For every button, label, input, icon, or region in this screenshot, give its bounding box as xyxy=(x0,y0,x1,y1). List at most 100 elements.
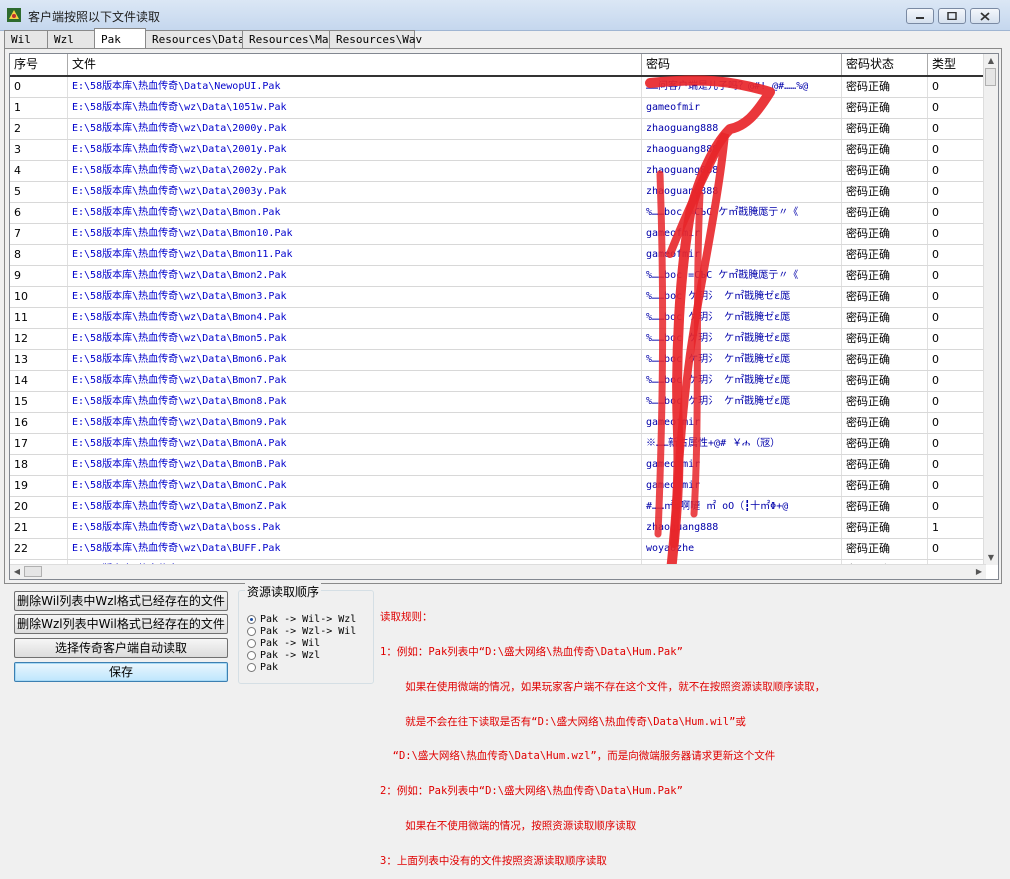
header-file[interactable]: 文件 xyxy=(68,54,642,75)
cell-password-status: 密码正确 xyxy=(842,371,928,391)
cell-password-status: 密码正确 xyxy=(842,350,928,370)
cell-password: #……㎡φ啊嗹 ㎡ oO（┇十㎡Φ+@ xyxy=(642,497,842,517)
cell-type: 0 xyxy=(928,329,986,349)
read-order-option-4[interactable]: Pak -> Wzl xyxy=(247,649,320,661)
read-order-option-2[interactable]: Pak -> Wzl-> Wil xyxy=(247,625,356,637)
tab-wil[interactable]: Wil xyxy=(4,30,48,48)
table-row[interactable]: 6 E:\58版本库\热血传奇\wz\Data\Bmon.Pak %……boc =C… xyxy=(10,203,986,224)
table-row[interactable]: 10 E:\58版本库\热血传奇\wz\Data\Bmon3.Pak %……boc … xyxy=(10,287,986,308)
table-row[interactable]: 0 E:\58版本库\热血传奇\Data\NewopUI.Pak ……问客户端是儿子… xyxy=(10,77,986,98)
table-row[interactable]: 4 E:\58版本库\热血传奇\wz\Data\2002y.Pak zhaoguan… xyxy=(10,161,986,182)
delete-wil-duplicates-button[interactable]: 删除Wzl列表中Wil格式已经存在的文件 xyxy=(14,614,228,634)
cell-password-status: 密码正确 xyxy=(842,434,928,454)
cell-index: 19 xyxy=(10,476,68,496)
header-type[interactable]: 类型 xyxy=(928,54,986,75)
table-row[interactable]: 12 E:\58版本库\热血传奇\wz\Data\Bmon5.Pak %……boc … xyxy=(10,329,986,350)
close-button[interactable] xyxy=(970,8,1000,24)
cell-password-status: 密码正确 xyxy=(842,224,928,244)
cell-type: 0 xyxy=(928,455,986,475)
table-row[interactable]: 11 E:\58版本库\热血传奇\wz\Data\Bmon4.Pak %……boc … xyxy=(10,308,986,329)
table-row[interactable]: 19 E:\58版本库\热血传奇\wz\Data\BmonC.Pak gameofm… xyxy=(10,476,986,497)
cell-index: 8 xyxy=(10,245,68,265)
cell-type: 0 xyxy=(928,476,986,496)
minimize-button[interactable] xyxy=(906,8,934,24)
cell-file-path: E:\58版本库\热血传奇\wz\Data\boss.Pak xyxy=(68,518,642,538)
cell-file-path: E:\58版本库\热血传奇\wz\Data\Bmon3.Pak xyxy=(68,287,642,307)
table-row[interactable]: 16 E:\58版本库\热血传奇\wz\Data\Bmon9.Pak gameofm… xyxy=(10,413,986,434)
table-row[interactable]: 18 E:\58版本库\热血传奇\wz\Data\BmonB.Pak gameofm… xyxy=(10,455,986,476)
tab-resources-data[interactable]: Resources\Data xyxy=(145,30,245,48)
read-order-title: 资源读取顺序 xyxy=(245,583,322,600)
table-row[interactable]: 7 E:\58版本库\热血传奇\wz\Data\Bmon10.Pak gameofm… xyxy=(10,224,986,245)
save-button[interactable]: 保存 xyxy=(14,662,228,682)
maximize-button[interactable] xyxy=(938,8,966,24)
horizontal-scrollbar[interactable]: ◀ ▶ xyxy=(10,564,986,579)
tab-wzl[interactable]: Wzl xyxy=(47,30,95,48)
read-order-option-3[interactable]: Pak -> Wil xyxy=(247,637,320,649)
scroll-right-icon[interactable]: ▶ xyxy=(972,565,986,579)
cell-file-path: E:\58版本库\热血传奇\wz\Data\Bmon10.Pak xyxy=(68,224,642,244)
grid-body: 0 E:\58版本库\热血传奇\Data\NewopUI.Pak ……问客户端是儿子… xyxy=(10,77,986,567)
header-password-status[interactable]: 密码状态 xyxy=(842,54,928,75)
read-rules-line: 如果在不使用微端的情况，按照资源读取顺序读取 xyxy=(380,819,637,832)
header-index[interactable]: 序号 xyxy=(10,54,68,75)
cell-index: 6 xyxy=(10,203,68,223)
horizontal-scroll-thumb[interactable] xyxy=(24,566,42,577)
vertical-scroll-thumb[interactable] xyxy=(985,68,996,86)
cell-password-status: 密码正确 xyxy=(842,518,928,538)
table-row[interactable]: 20 E:\58版本库\热血传奇\wz\Data\BmonZ.Pak #……㎡φ啊嗹… xyxy=(10,497,986,518)
table-row[interactable]: 1 E:\58版本库\热血传奇\wz\Data\1051w.Pak gameofmi… xyxy=(10,98,986,119)
table-row[interactable]: 22 E:\58版本库\热血传奇\wz\Data\BUFF.Pak woyaozhe… xyxy=(10,539,986,560)
tab-pak[interactable]: Pak xyxy=(94,28,146,48)
delete-wzl-duplicates-button[interactable]: 删除Wil列表中Wzl格式已经存在的文件 xyxy=(14,591,228,611)
cell-type: 0 xyxy=(928,77,986,97)
auto-read-client-button[interactable]: 选择传奇客户端自动读取 xyxy=(14,638,228,658)
table-row[interactable]: 13 E:\58版本库\热血传奇\wz\Data\Bmon6.Pak %……boc … xyxy=(10,350,986,371)
cell-password-status: 密码正确 xyxy=(842,245,928,265)
tab-strip: Wil Wzl Pak Resources\Data Resources\Map… xyxy=(4,28,422,49)
read-rules-line: 2：例如：Pak列表中“D:\盛大网络\热血传奇\Data\Hum.Pak” xyxy=(380,785,683,798)
read-order-option-5[interactable]: Pak xyxy=(247,661,278,673)
cell-password: gameofmir xyxy=(642,245,842,265)
table-row[interactable]: 9 E:\58版本库\热血传奇\wz\Data\Bmon2.Pak %……boc =… xyxy=(10,266,986,287)
table-row[interactable]: 2 E:\58版本库\热血传奇\wz\Data\2000y.Pak zhaoguan… xyxy=(10,119,986,140)
table-row[interactable]: 5 E:\58版本库\热血传奇\wz\Data\2003y.Pak zhaoguan… xyxy=(10,182,986,203)
table-row[interactable]: 15 E:\58版本库\热血传奇\wz\Data\Bmon8.Pak %……boc … xyxy=(10,392,986,413)
scroll-left-icon[interactable]: ◀ xyxy=(10,565,24,579)
cell-file-path: E:\58版本库\热血传奇\wz\Data\Bmon9.Pak xyxy=(68,413,642,433)
tab-resources-wav[interactable]: Resources\Wav xyxy=(329,30,422,48)
cell-type: 0 xyxy=(928,245,986,265)
cell-type: 0 xyxy=(928,266,986,286)
read-rules-line: 3：上面列表中没有的文件按照资源读取顺序读取 xyxy=(380,854,607,867)
read-rules-line: 1：例如：Pak列表中“D:\盛大网络\热血传奇\Data\Hum.Pak” xyxy=(380,645,683,658)
vertical-scrollbar[interactable]: ▲ ▼ xyxy=(983,54,998,565)
scroll-up-icon[interactable]: ▲ xyxy=(984,54,998,68)
cell-index: 7 xyxy=(10,224,68,244)
cell-password: %……boc ケ玥氵 ケ㎡戡腌ゼε厖 xyxy=(642,308,842,328)
cell-password: %……boc =CЪC ケ㎡戡腌厖亍〃《 xyxy=(642,203,842,223)
table-row[interactable]: 14 E:\58版本库\热血传奇\wz\Data\Bmon7.Pak %……boc … xyxy=(10,371,986,392)
radio-icon xyxy=(247,614,256,624)
cell-type: 0 xyxy=(928,308,986,328)
table-row[interactable]: 3 E:\58版本库\热血传奇\wz\Data\2001y.Pak zhaoguan… xyxy=(10,140,986,161)
cell-type: 0 xyxy=(928,392,986,412)
cell-file-path: E:\58版本库\热血传奇\wz\Data\2001y.Pak xyxy=(68,140,642,160)
cell-index: 0 xyxy=(10,77,68,97)
table-row[interactable]: 17 E:\58版本库\热血传奇\wz\Data\BmonA.Pak ※……新古属性… xyxy=(10,434,986,455)
pak-file-grid[interactable]: 序号 文件 密码 密码状态 类型 0 E:\58版本库\热血传奇\Data\New… xyxy=(9,53,999,580)
header-password[interactable]: 密码 xyxy=(642,54,842,75)
table-row[interactable]: 21 E:\58版本库\热血传奇\wz\Data\boss.Pak zhaoguan… xyxy=(10,518,986,539)
table-row[interactable]: 8 E:\58版本库\热血传奇\wz\Data\Bmon11.Pak gameofm… xyxy=(10,245,986,266)
cell-index: 11 xyxy=(10,308,68,328)
cell-index: 20 xyxy=(10,497,68,517)
cell-password-status: 密码正确 xyxy=(842,308,928,328)
cell-password: gameofmir xyxy=(642,476,842,496)
read-order-option-1[interactable]: Pak -> Wil-> Wzl xyxy=(247,613,356,625)
scroll-down-icon[interactable]: ▼ xyxy=(984,551,998,565)
cell-type: 0 xyxy=(928,413,986,433)
cell-type: 0 xyxy=(928,371,986,391)
cell-file-path: E:\58版本库\热血传奇\wz\Data\Bmon6.Pak xyxy=(68,350,642,370)
cell-password-status: 密码正确 xyxy=(842,413,928,433)
cell-password: %……boc ケ玥氵 ケ㎡戡腌ゼε厖 xyxy=(642,287,842,307)
tab-resources-map[interactable]: Resources\Map xyxy=(242,30,335,48)
